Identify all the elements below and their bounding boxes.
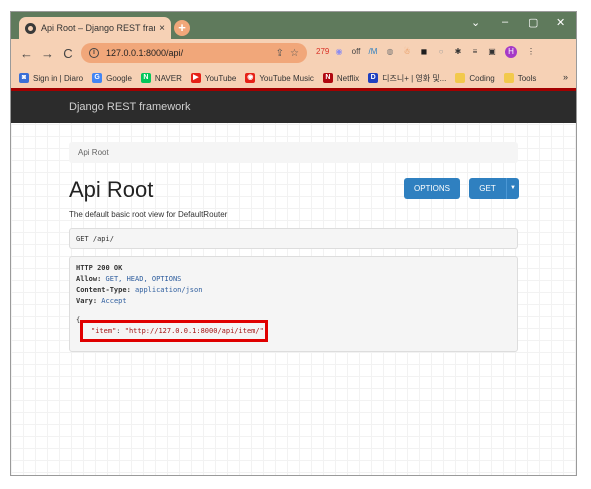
get-button-label[interactable]: GET [469, 178, 506, 199]
shield-icon[interactable]: ◍ [384, 46, 396, 58]
minimize-button[interactable]: – [502, 16, 508, 28]
share-icon[interactable]: ⇪ [276, 48, 284, 59]
request-info: GET /api/ [69, 228, 518, 249]
profile-icon[interactable]: H [505, 46, 517, 58]
tab-title: Api Root – Django REST framew [41, 23, 155, 33]
bookmark-favicon-icon: N [322, 73, 333, 83]
tab-close-icon[interactable]: × [159, 23, 165, 34]
bookmark-label: Google [106, 73, 132, 83]
bookmark-label: Netflix [336, 73, 360, 83]
bookmark-item[interactable]: Tools [503, 73, 537, 83]
puzzle-icon[interactable]: ✱ [452, 46, 464, 58]
options-button[interactable]: OPTIONS [404, 178, 460, 199]
drf-brand-link[interactable]: Django REST framework [69, 101, 190, 113]
highlight-box [80, 320, 268, 342]
breadcrumb-api-root[interactable]: Api Root [78, 148, 109, 157]
allow-header-value: GET, HEAD, OPTIONS [105, 275, 182, 283]
bookmark-favicon-icon: ◙ [19, 73, 29, 83]
favicon-icon [25, 22, 36, 34]
bookmarks-overflow-button[interactable]: » [563, 72, 568, 82]
figure-icon[interactable]: ☃ [401, 46, 413, 58]
bookmark-item[interactable]: ▶ YouTube [190, 73, 237, 83]
bookmark-favicon-icon: N [140, 73, 151, 83]
bookmark-favicon-icon: ▶ [190, 73, 201, 83]
address-url[interactable]: 127.0.0.1:8000/api/ [106, 48, 270, 58]
tab-search-icon[interactable]: ⌄ [471, 16, 480, 29]
bookmark-favicon-icon: ◉ [245, 73, 256, 83]
content-type-header-value: application/json [135, 286, 203, 294]
bookmark-label: Sign in | Diaro [33, 73, 84, 83]
bookmark-label: YouTube Music [259, 73, 314, 83]
drf-navbar: Django REST framework [11, 88, 576, 123]
menu-icon[interactable]: ⋮ [525, 46, 537, 58]
vary-header-value: Accept [101, 297, 127, 305]
browser-toolbar: ← → C i 127.0.0.1:8000/api/ ⇪ ☆ 279 ◉ off /… [11, 39, 576, 68]
split-icon[interactable]: ▣ [486, 46, 498, 58]
bookmark-favicon-icon [455, 73, 466, 83]
get-button[interactable]: GET ▼ [469, 178, 519, 199]
bookmark-star-icon[interactable]: ☆ [290, 48, 299, 59]
bookmarks-bar: ◙ Sign in | Diaro G Google N NAVER ▶ YouTube ◉ Yo… [11, 68, 576, 88]
vary-header-label: Vary: [76, 297, 98, 305]
queue-icon[interactable]: ≡ [469, 46, 481, 58]
content-type-header-label: Content-Type: [76, 286, 131, 294]
page-description: The default basic root view for DefaultR… [69, 210, 228, 219]
back-button[interactable]: ← [20, 46, 33, 61]
allow-header-label: Allow: [76, 275, 102, 283]
bookmark-item[interactable]: Coding [455, 73, 495, 83]
bookmark-favicon-icon: D [368, 73, 379, 83]
reload-button[interactable]: C [62, 46, 74, 61]
mo-icon[interactable]: /M [367, 46, 379, 58]
off-icon[interactable]: off [350, 46, 362, 58]
request-line: GET /api/ [76, 235, 114, 243]
get-dropdown-caret-icon[interactable]: ▼ [506, 178, 519, 199]
bookmark-favicon-icon [503, 73, 514, 83]
bookmark-label: Coding [469, 73, 495, 83]
page-content: Django REST framework Api Root OPTIONS G… [11, 88, 576, 475]
page-title: Api Root [69, 177, 154, 202]
address-bar[interactable]: i 127.0.0.1:8000/api/ ⇪ ☆ [81, 43, 307, 63]
bookmark-label: YouTube [204, 73, 237, 83]
bookmark-favicon-icon: G [92, 73, 103, 83]
response-status: HTTP 200 OK [76, 264, 123, 272]
bookmark-item[interactable]: G Google [92, 73, 132, 83]
maximize-button[interactable]: ▢ [528, 16, 538, 29]
browser-tab[interactable]: Api Root – Django REST framew × [19, 17, 171, 39]
globe-icon[interactable]: ◉ [333, 46, 345, 58]
tab-strip: Api Root – Django REST framew × + ⌄ – ▢ … [11, 12, 576, 39]
gmail-279-icon[interactable]: 279 [316, 46, 329, 58]
bookmark-label: Tools [517, 73, 537, 83]
bookmark-item[interactable]: N Netflix [322, 73, 360, 83]
bookmark-item[interactable]: ◉ YouTube Music [245, 73, 314, 83]
bookmark-label: NAVER [154, 73, 182, 83]
bookmark-item[interactable]: N NAVER [140, 73, 182, 83]
ring-icon[interactable]: ○ [435, 46, 447, 58]
bookmark-item[interactable]: ◙ Sign in | Diaro [19, 73, 83, 83]
breadcrumb: Api Root [69, 142, 518, 163]
bookmark-label: 디즈니+ | 영화 및... [382, 73, 447, 83]
browser-window: Api Root – Django REST framew × + ⌄ – ▢ … [10, 11, 577, 476]
site-info-icon[interactable]: i [89, 48, 99, 58]
close-window-button[interactable]: ✕ [556, 16, 565, 29]
dark-ext-icon[interactable]: ◼ [418, 46, 430, 58]
new-tab-button[interactable]: + [174, 20, 190, 36]
bookmark-item[interactable]: D 디즈니+ | 영화 및... [368, 73, 446, 84]
forward-button[interactable]: → [41, 46, 54, 61]
